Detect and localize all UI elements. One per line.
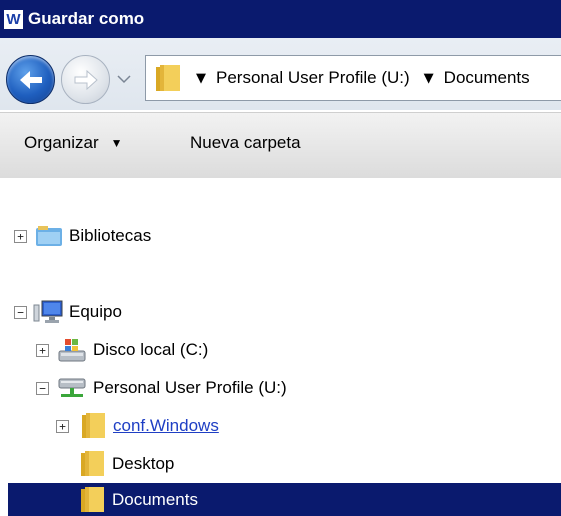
expand-toggle[interactable]: + (14, 229, 27, 243)
folder-icon (81, 486, 104, 512)
libraries-icon (36, 226, 62, 246)
chevron-down-icon: ▼ (110, 136, 123, 150)
tree-item-label: Documents (112, 489, 198, 509)
collapse-toggle[interactable]: − (36, 381, 49, 395)
forward-arrow-icon (74, 69, 98, 90)
local-disk-icon (58, 339, 86, 362)
collapse-toggle[interactable]: − (14, 305, 27, 319)
window-title: Guardar como (28, 9, 145, 28)
folder-icon (81, 451, 104, 476)
word-app-icon: W (4, 9, 23, 29)
tree-item-documents[interactable]: Documents (8, 483, 561, 516)
tree-item-label: conf.Windows (113, 416, 219, 435)
path-segment-documents[interactable]: Documents (444, 68, 530, 88)
tree-item-profile-drive[interactable]: − Personal User Profile (U:) (36, 371, 287, 405)
address-bar[interactable]: ▼ Personal User Profile (U:) ▼ Documents (145, 55, 561, 101)
tree-item-computer[interactable]: − Equipo (14, 295, 122, 329)
organize-label: Organizar (24, 133, 99, 152)
new-folder-button[interactable]: Nueva carpeta (190, 133, 301, 153)
tree-item-conf-windows[interactable]: + conf.Windows (56, 409, 219, 443)
organize-button[interactable]: Organizar ▼ (24, 133, 123, 153)
chevron-down-icon (117, 75, 131, 84)
expand-toggle[interactable]: + (36, 343, 49, 357)
tree-item-desktop[interactable]: Desktop (80, 447, 174, 481)
path-segment-drive[interactable]: Personal User Profile (U:) (216, 68, 410, 88)
title-bar: W Guardar como (0, 0, 561, 38)
tree-item-label: Equipo (69, 302, 122, 321)
back-button[interactable] (6, 55, 55, 104)
expand-toggle[interactable]: + (56, 419, 69, 433)
network-drive-icon (58, 378, 86, 397)
tree-item-label: Bibliotecas (69, 226, 152, 245)
tree-item-label: Disco local (C:) (93, 340, 209, 359)
computer-icon (33, 300, 63, 323)
tree-item-libraries[interactable]: + Bibliotecas (14, 219, 151, 253)
path-separator-arrow[interactable]: ▼ (424, 71, 434, 86)
tree-item-label: Desktop (112, 454, 175, 473)
path-separator-arrow[interactable]: ▼ (196, 71, 206, 86)
recent-pages-dropdown[interactable] (115, 71, 133, 87)
folder-icon (82, 413, 105, 438)
tree-item-label: Personal User Profile (U:) (93, 378, 287, 397)
back-arrow-icon (19, 70, 42, 89)
forward-button[interactable] (61, 55, 110, 104)
folder-icon (156, 65, 180, 91)
tree-item-local-disk[interactable]: + Disco local (C:) (36, 333, 208, 367)
